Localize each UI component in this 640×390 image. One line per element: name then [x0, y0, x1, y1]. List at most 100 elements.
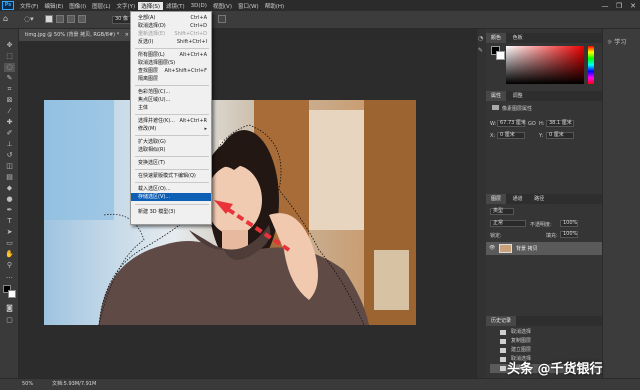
- menu-type[interactable]: 文字(Y): [114, 2, 139, 10]
- tab-properties[interactable]: 属性: [486, 91, 507, 101]
- menu-item-color-range[interactable]: 色彩范围(C)...: [131, 88, 211, 96]
- history-item[interactable]: 取消选择: [490, 328, 602, 337]
- menu-item-new-3d-extrusion[interactable]: 新建 3D 模型(3): [131, 208, 211, 216]
- height-input[interactable]: 38.1 厘米: [546, 120, 574, 127]
- quick-mask-icon[interactable]: ◙: [4, 304, 15, 313]
- tab-swatches[interactable]: 色板: [508, 33, 528, 43]
- menu-item-select-all[interactable]: 全部(A) Ctrl+A: [131, 14, 211, 22]
- shape-tool-icon[interactable]: ▭: [4, 239, 15, 248]
- document-image[interactable]: [44, 100, 416, 325]
- menu-item-find-layers[interactable]: 查找图层 Alt+Shift+Ctrl+F: [131, 67, 211, 75]
- path-select-icon[interactable]: ➤: [4, 228, 15, 237]
- type-tool-icon[interactable]: T: [4, 217, 15, 226]
- opacity-input[interactable]: 100%: [560, 220, 578, 227]
- document-tab[interactable]: timg.jpg @ 50% (背景 拷贝, RGB/8#) * ×: [19, 29, 135, 41]
- more-tools-icon[interactable]: …: [4, 272, 15, 281]
- zoom-level[interactable]: 50%: [22, 379, 33, 390]
- menu-item-isolate-layers[interactable]: 隔离图层: [131, 75, 211, 83]
- canvas-area[interactable]: [19, 41, 476, 378]
- history-brush-icon[interactable]: ↺: [4, 151, 15, 160]
- subtract-selection-button[interactable]: [67, 15, 75, 23]
- x-input[interactable]: 0 厘米: [497, 132, 525, 139]
- menu-item-grow[interactable]: 扩大选取(G): [131, 138, 211, 146]
- link-label[interactable]: GO: [528, 121, 536, 127]
- frame-tool-icon[interactable]: ⊠: [4, 96, 15, 105]
- history-panel-icon[interactable]: ◔: [478, 35, 486, 42]
- dodge-tool-icon[interactable]: ●: [4, 195, 15, 204]
- fill-input[interactable]: 100%: [560, 231, 578, 238]
- intersect-selection-button[interactable]: [78, 15, 86, 23]
- close-button[interactable]: ✕: [626, 2, 640, 10]
- tab-close-icon[interactable]: ×: [125, 32, 129, 38]
- menu-item-save-selection[interactable]: 存储选区(V)...: [131, 193, 211, 201]
- tab-color[interactable]: 颜色: [486, 33, 507, 43]
- blend-mode-select[interactable]: 正常: [490, 220, 526, 227]
- restore-button[interactable]: ❐: [612, 2, 626, 10]
- feather-input[interactable]: 30 像: [112, 16, 132, 24]
- y-input[interactable]: 0 厘米: [546, 132, 574, 139]
- menu-3d[interactable]: 3D(D): [188, 3, 210, 9]
- hue-slider[interactable]: [588, 46, 594, 84]
- minimize-button[interactable]: —: [598, 2, 612, 10]
- screen-mode-icon[interactable]: ▢: [4, 316, 15, 325]
- lasso-tool-icon[interactable]: ◌: [4, 63, 15, 72]
- background-color-swatch[interactable]: [8, 290, 16, 298]
- blur-tool-icon[interactable]: ◆: [4, 184, 15, 193]
- menu-item-inverse[interactable]: 反选(I) Shift+Ctrl+I: [131, 38, 211, 46]
- home-icon[interactable]: ⌂: [3, 14, 13, 24]
- marquee-tool-icon[interactable]: ⬚: [4, 52, 15, 61]
- menu-item-subject[interactable]: 主体: [131, 104, 211, 112]
- add-selection-button[interactable]: [56, 15, 64, 23]
- menu-item-modify[interactable]: 修改(M) ▸: [131, 125, 211, 133]
- menu-help[interactable]: 帮助(H): [262, 2, 287, 10]
- menu-view[interactable]: 视图(V): [210, 2, 235, 10]
- brush-panel-icon[interactable]: ✎: [478, 47, 486, 54]
- menu-item-similar[interactable]: 选取相似(R): [131, 146, 211, 154]
- lasso-preset-icon[interactable]: ◌▾: [24, 15, 38, 24]
- background-color-chip[interactable]: [496, 51, 505, 60]
- hand-tool-icon[interactable]: ✋: [4, 250, 15, 259]
- visibility-eye-icon[interactable]: 👁: [489, 245, 495, 251]
- color-picker-field[interactable]: [506, 46, 584, 84]
- new-selection-button[interactable]: [45, 15, 53, 23]
- menu-item-transform-selection[interactable]: 变换选区(T): [131, 159, 211, 167]
- crop-tool-icon[interactable]: ⌗: [4, 85, 15, 94]
- zoom-tool-icon[interactable]: ⚲: [4, 261, 15, 270]
- menu-edit[interactable]: 编辑(E): [41, 2, 66, 10]
- anti-alias-checkbox[interactable]: [218, 15, 226, 23]
- history-item[interactable]: 复制图层: [490, 337, 602, 346]
- tab-history[interactable]: 历史记录: [486, 316, 517, 326]
- tab-paths[interactable]: 路径: [529, 194, 549, 204]
- quick-select-icon[interactable]: ✎: [4, 74, 15, 83]
- move-tool-icon[interactable]: ✥: [4, 41, 15, 50]
- menu-item-focus-area[interactable]: 焦点区域(U)...: [131, 96, 211, 104]
- menu-item-load-selection[interactable]: 载入选区(O)...: [131, 185, 211, 193]
- menu-image[interactable]: 图像(I): [66, 2, 89, 10]
- clone-stamp-icon[interactable]: ⊥: [4, 140, 15, 149]
- menu-filter[interactable]: 滤镜(T): [163, 2, 188, 10]
- tab-adjustments[interactable]: 调整: [508, 91, 528, 101]
- layer-filter-select[interactable]: 类型: [490, 208, 514, 215]
- menu-item-select-and-mask[interactable]: 选择并遮住(K)... Alt+Ctrl+R: [131, 117, 211, 125]
- healing-brush-icon[interactable]: ✚: [4, 118, 15, 127]
- tab-layers[interactable]: 图层: [486, 194, 507, 204]
- menu-window[interactable]: 窗口(W): [235, 2, 262, 10]
- learn-tab[interactable]: ☼ 学习: [607, 37, 626, 46]
- eyedropper-icon[interactable]: ⁄: [4, 107, 15, 116]
- layer-name[interactable]: 背景 拷贝: [516, 245, 538, 252]
- history-item[interactable]: 建立图层: [490, 346, 602, 355]
- pen-tool-icon[interactable]: ✒: [4, 206, 15, 215]
- gradient-tool-icon[interactable]: ▤: [4, 173, 15, 182]
- menu-item-all-layers[interactable]: 所有图层(L) Alt+Ctrl+A: [131, 51, 211, 59]
- menu-item-quick-mask[interactable]: 在快速蒙版模式下编辑(Q): [131, 172, 211, 180]
- tab-channels[interactable]: 通道: [508, 194, 528, 204]
- eraser-tool-icon[interactable]: ◫: [4, 162, 15, 171]
- menu-item-deselect[interactable]: 取消选择(D) Ctrl+D: [131, 22, 211, 30]
- menu-file[interactable]: 文件(F): [17, 2, 41, 10]
- brush-tool-icon[interactable]: ✐: [4, 129, 15, 138]
- layer-row[interactable]: 👁 背景 拷贝: [486, 242, 602, 255]
- menu-layer[interactable]: 图层(L): [89, 2, 113, 10]
- menu-item-deselect-layers[interactable]: 取消选择图层(S): [131, 59, 211, 67]
- menu-select[interactable]: 选择(S): [138, 1, 163, 10]
- width-input[interactable]: 67.73 厘米: [497, 120, 526, 127]
